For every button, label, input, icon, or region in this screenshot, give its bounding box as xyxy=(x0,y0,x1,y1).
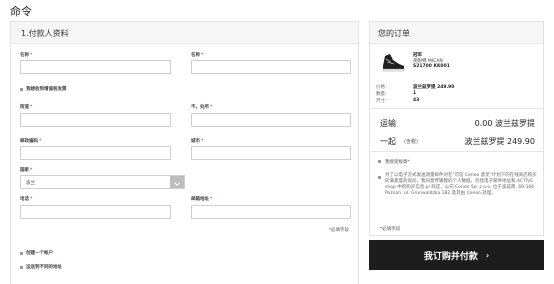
page-title: 命令 xyxy=(10,5,32,18)
price-value: 波兰兹罗提 249.90 xyxy=(413,85,455,90)
invoice-checkbox[interactable]: 我想收到增值税发票 xyxy=(20,86,67,92)
product-code: S21700 KK001 xyxy=(413,64,450,69)
product-shoe-image xyxy=(382,54,405,72)
city-label: 城市* xyxy=(191,139,204,144)
country-label: 国家* xyxy=(20,168,33,173)
billing-panel: 1.付款人资料 名称* 名称* 我想收到增值税发票 街道* 不。处所* 邮政编码… xyxy=(10,21,359,284)
order-heading: 您的订单 xyxy=(370,22,543,44)
first-name-label: 名称* xyxy=(20,53,33,58)
required-fields-note: *必填字段 xyxy=(328,228,349,233)
country-select[interactable]: 波兰 xyxy=(20,175,185,189)
total-divider xyxy=(370,151,543,152)
ship-other-address-checkbox[interactable]: 运送到不同的地址 xyxy=(20,264,62,270)
phone-label: 电话* xyxy=(20,197,33,202)
chevron-down-icon[interactable] xyxy=(170,176,184,188)
quantity-value: 1 xyxy=(413,91,417,96)
checkbox-icon xyxy=(378,160,381,163)
total-value: 波兰兹罗提 249.90 xyxy=(464,137,535,146)
postcode-label: 邮政编码* xyxy=(20,139,42,144)
email-input[interactable] xyxy=(191,205,351,219)
size-label: 尺寸： xyxy=(376,99,390,104)
create-account-checkbox[interactable]: 创建一个帐户 xyxy=(20,250,53,256)
total-tax-note: (含税) xyxy=(404,139,418,145)
terms-checkbox[interactable]: 我接受规章* xyxy=(378,159,410,165)
quantity-label: 数量： xyxy=(376,92,390,97)
consent-checkbox[interactable] xyxy=(378,175,385,179)
shipping-label: 运输 xyxy=(380,119,396,128)
shipping-value: 0.00 波兰兹罗提 xyxy=(474,119,535,128)
number-input[interactable] xyxy=(191,113,351,127)
email-label: 邮箱地址* xyxy=(191,197,213,202)
price-label: 价格： xyxy=(376,85,390,90)
order-required-note: *必填字段 xyxy=(380,227,401,232)
number-label: 不。处所* xyxy=(191,105,213,110)
first-name-input[interactable] xyxy=(20,60,171,74)
phone-input[interactable] xyxy=(20,205,171,219)
postcode-input[interactable] xyxy=(20,146,171,160)
city-input[interactable] xyxy=(191,146,351,160)
total-label: 一起 xyxy=(380,137,396,146)
summary-divider xyxy=(370,108,543,109)
billing-heading: 1.付款人资料 xyxy=(11,22,358,44)
consent-text: 为了以电子方式发送测量邮件对在"可信 Ceneo 意见"计划下的在线商店购买的满… xyxy=(385,173,537,196)
order-panel: 您的订单 冠军 英耐特 MICAN S21700 KK001 价格： 波兰兹罗提… xyxy=(369,21,544,236)
last-name-input[interactable] xyxy=(191,60,351,74)
checkbox-icon xyxy=(378,176,381,179)
size-value: 43 xyxy=(413,98,420,103)
checkbox-icon xyxy=(20,87,23,91)
street-input[interactable] xyxy=(20,113,171,127)
checkbox-icon xyxy=(20,265,23,269)
country-value: 波兰 xyxy=(26,181,35,186)
last-name-label: 名称* xyxy=(191,53,204,58)
order-and-pay-button[interactable]: 我订购并付款 › xyxy=(369,240,544,270)
chevron-right-icon: › xyxy=(485,250,490,260)
checkbox-icon xyxy=(20,251,23,255)
street-label: 街道* xyxy=(20,105,33,110)
